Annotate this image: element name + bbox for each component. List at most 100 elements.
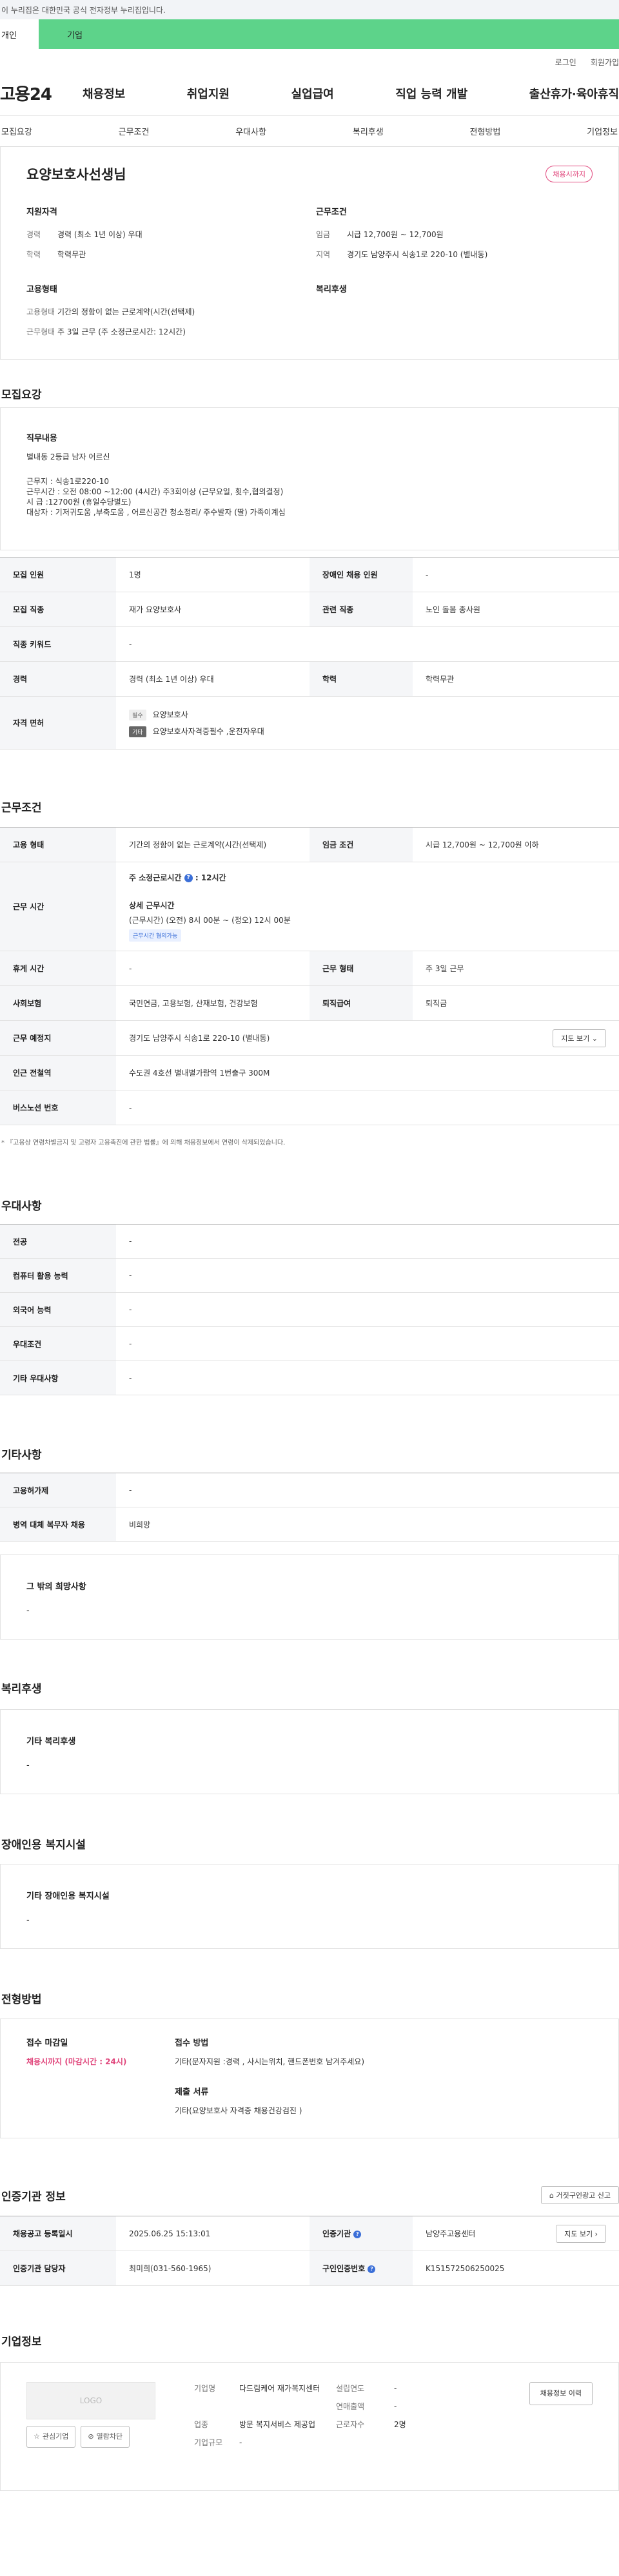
company-logo: LOGO: [26, 2382, 155, 2419]
summary-group-title: 고용형태: [26, 285, 57, 295]
gnb-item-unemployment[interactable]: 실업급여: [291, 85, 334, 102]
anchor-conditions[interactable]: 근무조건: [119, 125, 150, 137]
section-title-selection: 전형방법: [1, 1993, 42, 2006]
method-value: 기타(문자지원 :경력 , 사시는위치, 핸드폰번호 남겨주세요): [175, 2057, 365, 2066]
gnb-item-jobs[interactable]: 채용정보: [83, 85, 125, 102]
cell-value: -: [116, 1258, 619, 1293]
info-key: 근로자수: [336, 2420, 365, 2429]
cell-value: 노인 돌봄 종사원: [413, 592, 619, 627]
summary-group-title: 근무조건: [316, 208, 347, 217]
cell-value: -: [413, 557, 619, 592]
gnb-item-leave[interactable]: 출산휴가·육아휴직: [529, 85, 619, 102]
cell-value: 최미희(031-560-1965): [116, 2251, 310, 2286]
selection-box: 접수 마감일 채용시까지 (마감시간 : 24시) 접수 방법 기타(문자지원 …: [0, 2019, 619, 2138]
summary-value: 주 3일 근무 (주 소정근로시간: 12시간): [57, 327, 186, 336]
hours-chip: 근무시간 협의가능: [129, 929, 182, 942]
section-title-conditions: 근무조건: [1, 802, 42, 815]
cell-label: 근무 시간: [0, 862, 116, 951]
cell-value: -: [116, 1224, 619, 1259]
method-col: 접수 방법 기타(문자지원 :경력 , 사시는위치, 핸드폰번호 남겨주세요) …: [175, 2037, 364, 2120]
cell-value: 재가 요양보호사: [116, 592, 310, 627]
hours-detail-label: 상세 근무시간: [129, 900, 175, 910]
report-button[interactable]: ⌂ 거짓구인광고 신고: [541, 2186, 619, 2204]
anchor-company[interactable]: 기업정보: [587, 125, 618, 137]
info-key: 연매출액: [336, 2402, 365, 2411]
box-title: 기타 복리후생: [26, 1737, 76, 1747]
cell-label: 학력: [310, 661, 413, 697]
cell-label: 우대조건: [0, 1326, 116, 1361]
section-title-recruit: 모집요강: [1, 389, 42, 402]
login-link[interactable]: 로그인: [555, 57, 576, 68]
tab-personal[interactable]: 개인: [0, 19, 39, 49]
agency-value: 남양주고용센터: [426, 2229, 476, 2238]
anchor-prefer[interactable]: 우대사항: [235, 125, 266, 137]
map-button[interactable]: 지도 보기 ⌄: [553, 1029, 606, 1047]
deadline-value: 채용시까지 (마감시간 : 24시): [26, 2057, 127, 2066]
cell-value: 국민연금, 고용보험, 산재보험, 건강보험: [116, 985, 310, 1021]
cell-label: 직종 키워드: [0, 626, 116, 662]
cell-value: 비희망: [116, 1507, 619, 1542]
cell-value: -: [116, 1473, 619, 1507]
duty-box: 직무내용 별내동 2등급 남자 어르신 근무지 : 식송1로220-10 근무시…: [0, 407, 619, 550]
info-icon[interactable]: ?: [368, 2265, 376, 2273]
prefer-table: 전공 - 컴퓨터 활용 능력 - 외국어 능력 - 우대조건 - 기타 우대사항 -: [0, 1224, 619, 1395]
anchor-selection[interactable]: 전형방법: [470, 125, 501, 137]
agency-cell: 남양주고용센터 지도 보기 ›: [413, 2216, 619, 2251]
info-value: 2명: [394, 2420, 406, 2429]
job-summary: 요양보호사선생님 채용시까지 지원자격 경력 경력 (최소 1년 이상) 우대 학…: [0, 147, 619, 360]
license-tag: 필수: [129, 709, 146, 721]
section-title-cert: 인증기관 정보: [1, 2190, 66, 2203]
section-title-welfare: 복리후생: [1, 1683, 42, 1696]
summary-key: 임금: [316, 230, 331, 239]
block-button[interactable]: ⊘ 열람차단: [81, 2426, 130, 2448]
cell-label: 인근 전철역: [0, 1055, 116, 1090]
cell-label: 채용공고 등록일시: [0, 2216, 116, 2251]
cell-value: K151572506250025: [413, 2251, 619, 2286]
info-icon[interactable]: ?: [353, 2230, 362, 2238]
cell-value: -: [116, 1292, 619, 1327]
gnb-item-support[interactable]: 취업지원: [187, 85, 230, 102]
cell-label: 근무 예정지: [0, 1020, 116, 1056]
conditions-table: 고용 형태 기간의 정함이 없는 근로계약(시간(선택제) 임금 조건 시급 1…: [0, 827, 619, 1125]
license-value: 요양보호사자격증필수 ,운전자우대: [152, 726, 264, 736]
service-tabs: 개인 기업: [0, 19, 619, 49]
chevron-right-icon: ›: [594, 2229, 598, 2238]
info-value: -: [394, 2402, 397, 2411]
info-value: -: [394, 2384, 397, 2393]
gnb-item-training[interactable]: 직업 능력 개발: [395, 85, 467, 102]
chevron-down-icon: ⌄: [591, 1034, 598, 1043]
cell-label: 임금 조건: [310, 827, 413, 862]
favorite-button[interactable]: ☆ 관심기업: [26, 2426, 76, 2448]
summary-value: 경력 (최소 1년 이상) 우대: [57, 230, 142, 239]
cell-value: -: [116, 1326, 619, 1361]
summary-welfare: 복리후생: [316, 282, 593, 346]
info-icon[interactable]: ?: [184, 873, 193, 882]
cell-value: 퇴직금: [413, 985, 619, 1021]
method-label: 접수 방법: [175, 2039, 209, 2048]
summary-key: 근무형태: [26, 327, 55, 336]
tab-enterprise[interactable]: 기업: [39, 19, 619, 49]
agency-map-button[interactable]: 지도 보기 ›: [556, 2224, 606, 2243]
welfare-box: 기타 복리후생 -: [0, 1709, 619, 1794]
place-cell: 경기도 남양주시 식송1로 220-10 (별내동) 지도 보기 ⌄: [116, 1020, 619, 1056]
cell-value: -: [116, 1090, 619, 1125]
anchor-welfare[interactable]: 복리후생: [353, 125, 384, 137]
cell-value: 수도권 4호선 별내별가람역 1번출구 300M: [116, 1055, 619, 1090]
anchor-recruit[interactable]: 모집요강: [1, 125, 32, 137]
job-title: 요양보호사선생님: [26, 167, 126, 182]
hours-detail: (근무시간) (오전) 8시 00분 ~ (정오) 12시 00분: [129, 915, 291, 925]
duty-line: 근무지 : 식송1로220-10: [26, 477, 110, 486]
summary-qualification: 지원자격 경력 경력 (최소 1년 이상) 우대 학력 학력무관: [26, 205, 303, 282]
gnb-menu: 채용정보 취업지원 실업급여 직업 능력 개발 출산휴가·육아휴직: [83, 85, 619, 102]
join-link[interactable]: 회원가입: [591, 57, 619, 68]
place-value: 경기도 남양주시 식송1로 220-10 (별내동): [129, 1034, 270, 1043]
summary-employment: 고용형태 고용형태 기간의 정함이 없는 근로계약(시간(선택제) 근무형태 주 3…: [26, 282, 303, 346]
cell-label: 인증기관 ?: [310, 2216, 413, 2251]
history-button[interactable]: 채용정보 이력: [529, 2382, 593, 2405]
cell-label: 전공: [0, 1224, 116, 1259]
duty-line: 별내동 2등급 남자 어르신: [26, 452, 110, 461]
summary-group-title: 복리후생: [316, 285, 347, 295]
site-logo[interactable]: 고용24: [0, 81, 83, 105]
box-value: -: [26, 1606, 30, 1616]
cell-label: 퇴직급여: [310, 985, 413, 1021]
